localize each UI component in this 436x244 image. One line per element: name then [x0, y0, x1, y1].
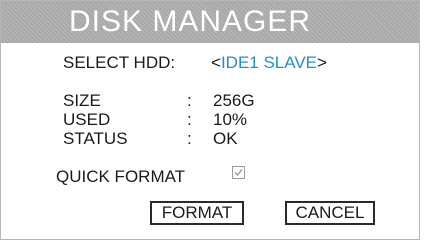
- quick-format-label: QUICK FORMAT: [56, 167, 186, 186]
- dialog-title: DISK MANAGER: [69, 5, 312, 38]
- disk-manager-dialog: DISK MANAGER SELECT HDD: <IDE1 SLAVE> SI…: [0, 0, 420, 240]
- format-button[interactable]: FORMAT: [150, 201, 244, 225]
- used-colon: :: [187, 110, 192, 129]
- size-colon: :: [187, 91, 192, 110]
- status-colon: :: [187, 129, 192, 148]
- used-label: USED: [63, 110, 111, 129]
- status-value: OK: [213, 129, 238, 148]
- hdd-selector-left-arrow[interactable]: <: [211, 53, 221, 72]
- hdd-selector-right-arrow[interactable]: >: [317, 53, 327, 72]
- cancel-button[interactable]: CANCEL: [285, 201, 375, 225]
- hdd-selector-value[interactable]: IDE1 SLAVE: [221, 53, 317, 72]
- size-value: 256G: [213, 91, 255, 110]
- title-bar: DISK MANAGER: [1, 1, 419, 43]
- checkmark-icon: [234, 169, 243, 176]
- used-value: 10%: [213, 110, 248, 129]
- select-hdd-label: SELECT HDD:: [63, 53, 176, 72]
- size-label: SIZE: [63, 91, 101, 110]
- status-label: STATUS: [63, 129, 128, 148]
- hdd-selector[interactable]: <IDE1 SLAVE>: [211, 53, 327, 73]
- quick-format-checkbox[interactable]: [232, 166, 245, 179]
